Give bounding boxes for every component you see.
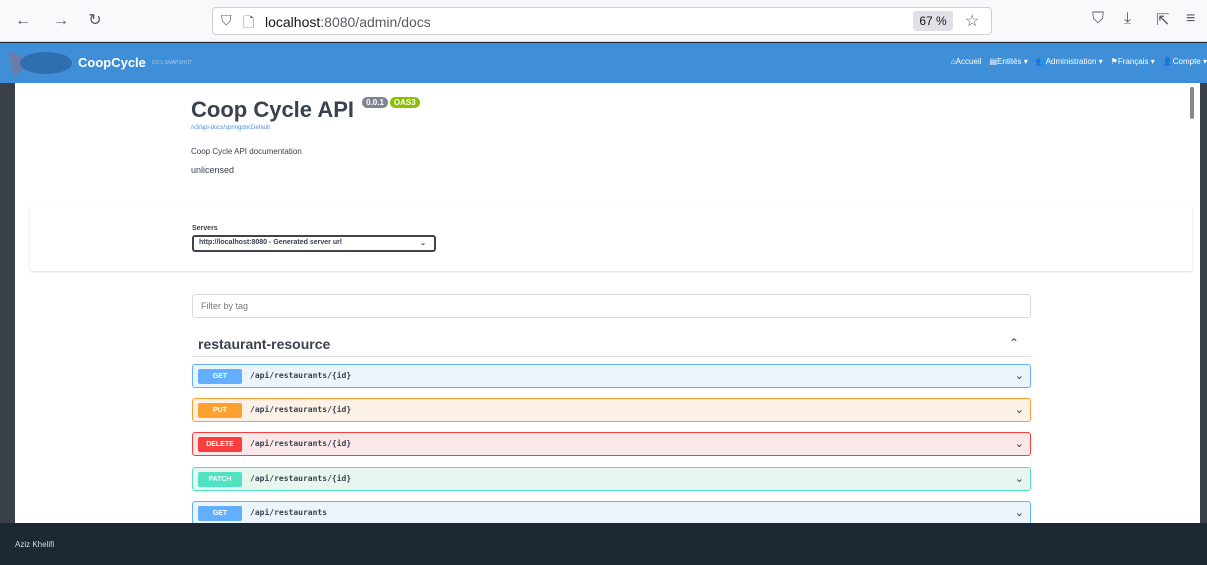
nav-item-accueil[interactable]: ⌂Accueil	[951, 57, 982, 66]
method-badge: GET	[198, 506, 242, 521]
swagger-content: Coop Cycle API 0.0.1 OAS3 /v3/api-docs/sp…	[15, 83, 1200, 523]
extensions-icon[interactable]: ⇱	[1156, 10, 1169, 30]
method-badge: PUT	[198, 403, 242, 418]
version-text: 0.0.1-SNAPSHOT	[152, 60, 193, 66]
api-title: Coop Cycle API 0.0.1 OAS3	[191, 97, 420, 123]
operation-row[interactable]: DELETE /api/restaurants/{id} ⌄	[192, 432, 1031, 456]
url-path: :8080/admin/docs	[320, 14, 431, 30]
nav-label: Entités	[997, 57, 1022, 66]
method-badge: GET	[198, 369, 242, 384]
url-host: localhost	[265, 14, 321, 30]
operation-path: /api/restaurants/{id}	[250, 405, 352, 414]
operation-path: /api/restaurants/{id}	[250, 439, 352, 448]
nav-item-entites[interactable]: ▤Entités ▾	[989, 57, 1027, 66]
servers-select[interactable]: http://localhost:8080 - Generated server…	[192, 235, 436, 252]
brand-name[interactable]: CoopCycle	[78, 55, 146, 70]
operation-path: /api/restaurants	[250, 508, 328, 517]
footer: Aziz Khelifi	[0, 523, 1207, 565]
download-icon[interactable]: ⤓	[1124, 10, 1131, 28]
page-icon: 🗋	[243, 14, 255, 30]
operation-row[interactable]: GET /api/restaurants/{id} ⌄	[192, 364, 1031, 388]
operation-row[interactable]: GET /api/restaurants ⌄	[192, 501, 1031, 523]
back-icon[interactable]: ←	[12, 10, 34, 32]
nav-item-language[interactable]: ⚑Français ▾	[1111, 57, 1155, 66]
nav-label: Français	[1117, 57, 1149, 66]
method-badge: DELETE	[198, 437, 242, 452]
left-gutter	[0, 83, 15, 523]
operation-row[interactable]: PATCH /api/restaurants/{id} ⌄	[192, 467, 1031, 491]
nav-item-administration[interactable]: 👥Administration ▾	[1036, 57, 1103, 66]
filter-input[interactable]: Filter by tag	[192, 294, 1031, 318]
right-gutter	[1200, 83, 1207, 523]
method-badge: PATCH	[198, 472, 242, 487]
browser-toolbar: ← → ↻ ⛉ 🗋 localhost:8080/admin/docs 67 %…	[0, 0, 1207, 42]
api-license: unlicensed	[191, 165, 235, 175]
operation-row[interactable]: PUT /api/restaurants/{id} ⌄	[192, 398, 1031, 422]
chevron-down-icon: ⌄	[420, 240, 426, 247]
forward-icon[interactable]: →	[50, 10, 72, 32]
logo-icon[interactable]	[4, 47, 74, 79]
menu-icon[interactable]: ≡	[1186, 10, 1195, 28]
api-docs-link[interactable]: /v3/api-docs/springdocDefault	[191, 125, 270, 131]
version-badge: 0.0.1	[362, 97, 388, 108]
zoom-level[interactable]: 67 %	[913, 11, 953, 31]
shield-icon[interactable]: ⛉	[221, 12, 232, 29]
pocket-icon[interactable]: ⛉	[1092, 10, 1104, 28]
footer-author: Aziz Khelifi	[15, 540, 55, 549]
oas-badge: OAS3	[389, 97, 420, 108]
nav-label: Administration	[1045, 57, 1097, 66]
nav-item-compte[interactable]: 👤Compte ▾	[1163, 57, 1207, 66]
tag-header[interactable]: restaurant-resource ⌃	[192, 331, 1031, 357]
servers-selected: http://localhost:8080 - Generated server…	[199, 239, 342, 246]
reload-icon[interactable]: ↻	[84, 10, 106, 32]
operation-path: /api/restaurants/{id}	[250, 474, 352, 483]
chevron-down-icon[interactable]: ⌄	[1015, 506, 1024, 519]
servers-label: Servers	[192, 225, 218, 232]
nav-label: Accueil	[955, 57, 982, 66]
nav-label: Compte	[1172, 57, 1201, 66]
url-text[interactable]: localhost:8080/admin/docs	[265, 14, 431, 30]
chevron-down-icon[interactable]: ⌄	[1015, 437, 1024, 450]
api-title-text: Coop Cycle API	[191, 97, 354, 122]
chevron-down-icon[interactable]: ⌄	[1015, 369, 1024, 382]
url-bar[interactable]: ⛉ 🗋 localhost:8080/admin/docs 67 % ☆	[212, 7, 992, 35]
app-navbar: CoopCycle 0.0.1-SNAPSHOT ⌂Accueil ▤Entit…	[0, 43, 1207, 83]
api-description: Coop Cycle API documentation	[191, 147, 302, 156]
nav-menu: ⌂Accueil ▤Entités ▾ 👥Administration ▾ ⚑F…	[951, 57, 1207, 66]
operation-path: /api/restaurants/{id}	[250, 371, 352, 380]
tag-name: restaurant-resource	[198, 336, 331, 352]
chevron-up-icon[interactable]: ⌃	[1009, 336, 1019, 350]
chevron-down-icon[interactable]: ⌄	[1015, 472, 1024, 485]
servers-section: Servers http://localhost:8080 - Generate…	[30, 205, 1192, 271]
chevron-down-icon[interactable]: ⌄	[1015, 403, 1024, 416]
bookmark-star-icon[interactable]: ☆	[965, 11, 979, 31]
scrollbar[interactable]	[1190, 87, 1194, 119]
